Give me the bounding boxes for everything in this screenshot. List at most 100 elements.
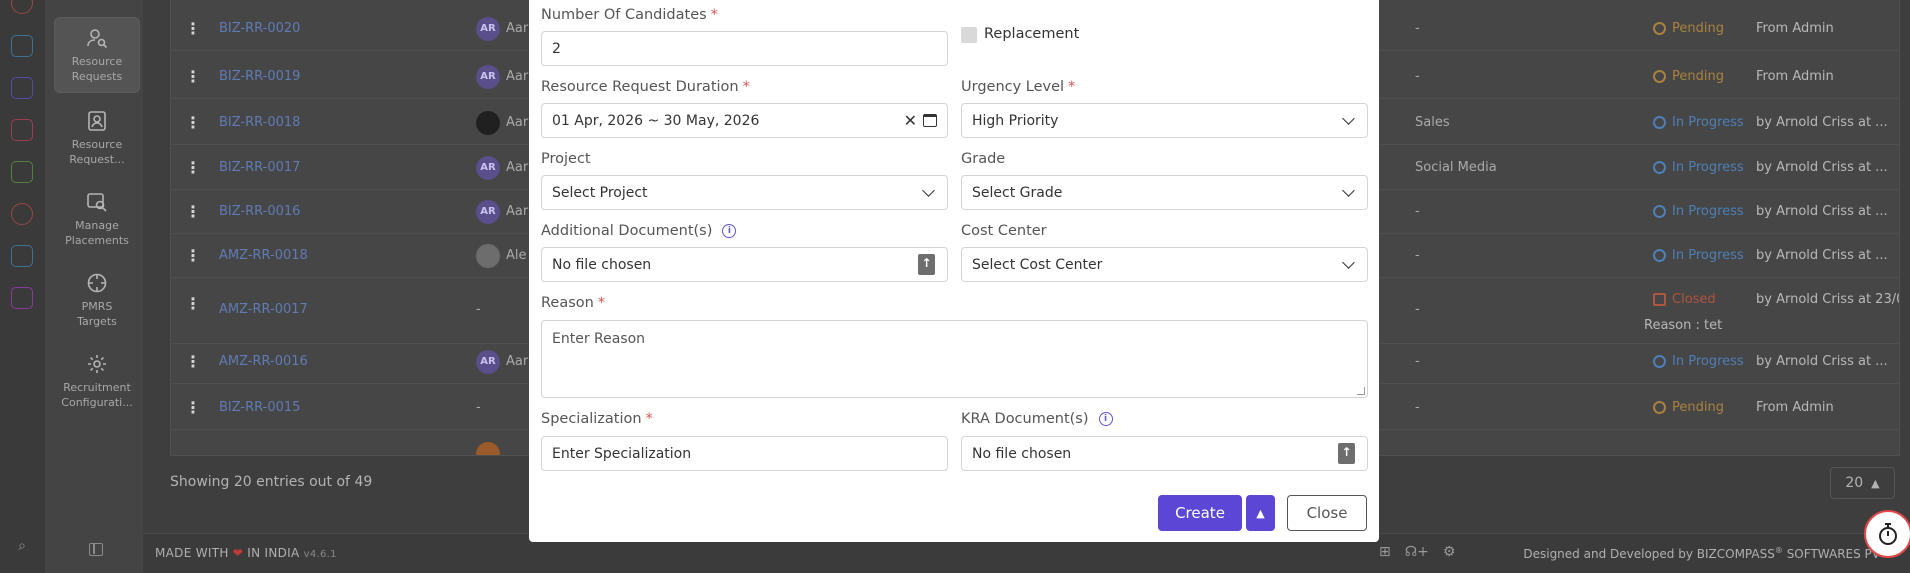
user-card-icon — [86, 110, 108, 132]
candidates-input[interactable]: 2 — [541, 31, 948, 66]
replacement-checkbox[interactable] — [961, 27, 977, 43]
duration-label: Resource Request Duration * — [541, 79, 750, 95]
grade-label: Grade — [961, 151, 1006, 167]
request-id-link[interactable]: BIZ-RR-0016 — [219, 204, 300, 219]
duration-date-range[interactable]: 01 Apr, 2026 ~ 30 May, 2026 ✕ — [541, 103, 948, 138]
request-id-link[interactable]: AMZ-RR-0016 — [219, 354, 308, 369]
row-actions-icon[interactable]: ⋮ — [185, 398, 201, 417]
nav-item-resource-request-approvals[interactable]: Resource Request... — [54, 100, 140, 176]
avatar — [476, 442, 500, 455]
close-button[interactable]: Close — [1287, 495, 1367, 531]
request-id-link[interactable]: BIZ-RR-0018 — [219, 115, 300, 130]
request-id-link[interactable]: BIZ-RR-0019 — [219, 69, 300, 84]
department-cell: Social Media — [1415, 160, 1497, 175]
request-id-link[interactable]: AMZ-RR-0018 — [219, 248, 308, 263]
status-by: by Arnold Criss at 23/0... — [1756, 292, 1899, 307]
windows-icon[interactable]: ⊞ — [1379, 544, 1391, 560]
page-size-select[interactable]: 20 ▲ — [1830, 467, 1895, 499]
grade-select[interactable]: Select Grade — [961, 175, 1368, 210]
status-by: From Admin — [1756, 69, 1834, 84]
row-actions-icon[interactable]: ⋮ — [185, 113, 201, 132]
row-actions-icon[interactable]: ⋮ — [185, 352, 201, 371]
row-actions-icon[interactable]: ⋮ — [185, 158, 201, 177]
app-icon-6[interactable] — [11, 203, 33, 225]
additional-docs-label: Additional Document(s) i — [541, 223, 737, 239]
support-icon[interactable]: ☊+ — [1405, 544, 1429, 560]
requester-cell: - — [476, 302, 481, 317]
department-cell: - — [1415, 248, 1420, 263]
nav-item-recruitment-configuration[interactable]: Recruitment Configurati... — [54, 343, 140, 419]
stopwatch-icon — [1879, 523, 1897, 545]
status-badge: Closed — [1653, 292, 1716, 307]
sidebar-collapse-icon[interactable] — [89, 543, 103, 556]
gear-icon — [86, 353, 108, 375]
file-upload-icon[interactable] — [918, 254, 935, 275]
request-id-link[interactable]: BIZ-RR-0015 — [219, 400, 300, 415]
app-icon-rail: ⌕ — [0, 0, 45, 573]
stopwatch-button[interactable] — [1864, 510, 1910, 558]
create-options-button[interactable]: ▲ — [1246, 495, 1275, 531]
search-icon[interactable]: ⌕ — [14, 538, 30, 554]
app-icon-4[interactable] — [11, 119, 33, 141]
request-id-link[interactable]: AMZ-RR-0017 — [219, 302, 308, 317]
chevron-up-icon: ▲ — [1871, 476, 1880, 490]
settings-icon[interactable]: ⚙ — [1443, 544, 1456, 560]
row-actions-icon[interactable]: ⋮ — [185, 67, 201, 86]
info-icon[interactable]: i — [722, 224, 737, 238]
avatar — [476, 111, 500, 135]
app-icon-7[interactable] — [11, 245, 33, 267]
calendar-icon[interactable] — [923, 114, 937, 127]
request-id-link[interactable]: BIZ-RR-0020 — [219, 21, 300, 36]
nav-item-resource-requests[interactable]: Resource Requests — [54, 17, 140, 93]
app-icon-8[interactable] — [11, 287, 33, 309]
project-select[interactable]: Select Project — [541, 175, 948, 210]
status-by: From Admin — [1756, 400, 1834, 415]
user-search-icon — [86, 27, 108, 49]
nav-item-pmrs-targets[interactable]: PMRS Targets — [54, 262, 140, 338]
create-button[interactable]: Create — [1158, 495, 1242, 531]
urgency-label: Urgency Level * — [961, 79, 1076, 95]
target-icon — [86, 272, 108, 294]
reason-label: Reason * — [541, 295, 606, 311]
clear-icon[interactable]: ✕ — [904, 111, 917, 130]
pending-icon — [1653, 401, 1666, 414]
chevron-down-icon — [922, 183, 935, 197]
in-progress-icon — [1653, 161, 1666, 174]
kra-docs-file-input[interactable]: No file chosen — [961, 436, 1368, 471]
status-badge: In Progress — [1653, 115, 1744, 130]
reason-textarea[interactable]: Enter Reason — [541, 320, 1368, 398]
in-progress-icon — [1653, 116, 1666, 129]
row-actions-icon[interactable]: ⋮ — [185, 246, 201, 265]
in-progress-icon — [1653, 355, 1666, 368]
department-cell: Sales — [1415, 115, 1450, 130]
row-actions-icon[interactable]: ⋮ — [185, 294, 201, 313]
requester-name: Aar — [506, 204, 529, 219]
status-badge: In Progress — [1653, 354, 1744, 369]
footer-toolbar: ⊞ ☊+ ⚙ — [1379, 544, 1455, 560]
nav-item-manage-placements[interactable]: Manage Placements — [54, 181, 140, 257]
cost-center-select[interactable]: Select Cost Center — [961, 247, 1368, 282]
department-cell: - — [1415, 400, 1420, 415]
closed-icon — [1653, 293, 1666, 306]
in-progress-icon — [1653, 249, 1666, 262]
info-icon[interactable]: i — [1098, 412, 1113, 426]
app-icon-2[interactable] — [11, 35, 33, 57]
file-upload-icon[interactable] — [1338, 443, 1355, 464]
resize-handle[interactable] — [1357, 387, 1365, 395]
placement-search-icon — [86, 191, 108, 213]
app-icon-1[interactable] — [11, 0, 33, 14]
additional-docs-file-input[interactable]: No file chosen — [541, 247, 948, 282]
status-by: From Admin — [1756, 21, 1834, 36]
avatar: AR — [476, 17, 500, 41]
status-by: by Arnold Criss at ... — [1756, 248, 1888, 263]
entries-count: Showing 20 entries out of 49 — [170, 474, 373, 490]
app-icon-5[interactable] — [11, 161, 33, 183]
request-id-link[interactable]: BIZ-RR-0017 — [219, 160, 300, 175]
specialization-input[interactable]: Enter Specialization — [541, 436, 948, 471]
app-icon-3[interactable] — [11, 77, 33, 99]
row-actions-icon[interactable]: ⋮ — [185, 19, 201, 38]
row-actions-icon[interactable]: ⋮ — [185, 202, 201, 221]
urgency-select[interactable]: High Priority — [961, 103, 1368, 138]
avatar: AR — [476, 65, 500, 89]
pending-icon — [1653, 22, 1666, 35]
